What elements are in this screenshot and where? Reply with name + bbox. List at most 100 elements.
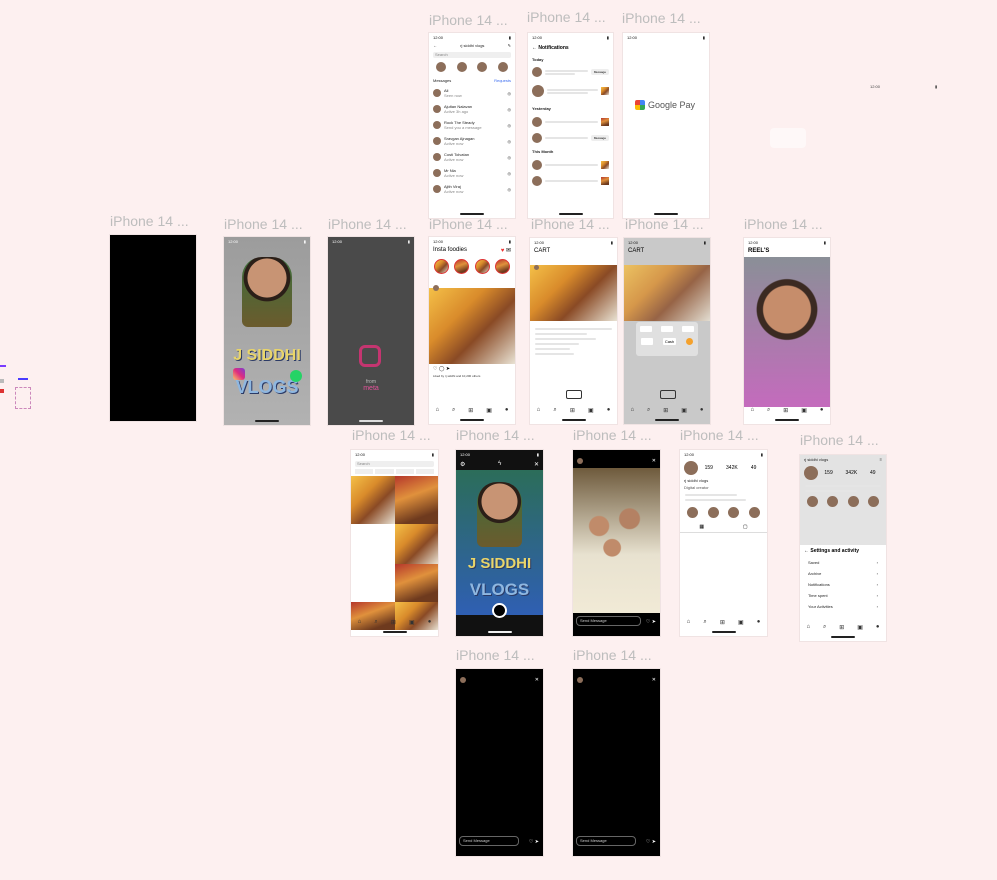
list-item[interactable]: Mr Nia Active now ◎: [429, 165, 515, 181]
message-button[interactable]: Message: [590, 135, 609, 141]
home-icon[interactable]: ⌂: [630, 407, 634, 414]
instagram-icon[interactable]: [233, 368, 245, 380]
reel-video[interactable]: [744, 257, 830, 407]
visa-option[interactable]: [660, 326, 673, 332]
profile-icon[interactable]: ●: [876, 624, 880, 631]
shutter-button[interactable]: [492, 603, 507, 618]
reels-icon[interactable]: ▣: [801, 407, 807, 414]
send-message-input[interactable]: Send Message: [576, 616, 641, 626]
grid-icon[interactable]: ▦: [699, 524, 704, 530]
reels-icon[interactable]: ▣: [857, 624, 863, 631]
add-icon[interactable]: ⊞: [783, 407, 788, 414]
product-image[interactable]: [530, 265, 617, 321]
add-icon[interactable]: ⊞: [391, 619, 396, 626]
share-icon[interactable]: ➤: [652, 619, 656, 625]
home-icon[interactable]: ⌂: [806, 624, 810, 631]
like-icon[interactable]: ♡: [646, 839, 650, 845]
reels-icon[interactable]: ▣: [409, 619, 415, 626]
share-icon[interactable]: ➤: [446, 366, 450, 372]
reels-icon[interactable]: ▣: [738, 619, 744, 626]
list-item[interactable]: Costi Tolvatan Active now ◎: [429, 149, 515, 165]
grid-tile[interactable]: [394, 564, 438, 602]
profile-icon[interactable]: ●: [428, 619, 432, 626]
comment-icon[interactable]: ◯: [439, 366, 445, 372]
home-icon[interactable]: ⌂: [358, 619, 362, 626]
home-icon[interactable]: ⌂: [750, 407, 754, 414]
settings-item-saved[interactable]: Saved ›: [800, 557, 886, 568]
reels-icon[interactable]: ▣: [486, 407, 492, 414]
story-image[interactable]: [573, 468, 660, 613]
home-icon[interactable]: ⌂: [435, 407, 439, 414]
settings-item-archive[interactable]: Archive ›: [800, 568, 886, 579]
home-icon[interactable]: ⌂: [537, 407, 541, 414]
settings-icon[interactable]: ⚙: [460, 461, 465, 468]
flash-icon[interactable]: ϟ: [498, 461, 501, 468]
settings-item-activities[interactable]: Your Activities ›: [800, 601, 886, 612]
notification-item[interactable]: Message: [528, 130, 613, 146]
search-icon[interactable]: ⌕: [767, 407, 770, 414]
search-input[interactable]: Search: [355, 461, 434, 467]
close-icon[interactable]: ✕: [652, 458, 656, 464]
send-message-input[interactable]: Send Message: [576, 836, 636, 846]
add-icon[interactable]: ⊞: [468, 407, 473, 414]
grid-tile[interactable]: [351, 524, 395, 564]
cash-option[interactable]: Cash: [662, 338, 677, 345]
compose-icon[interactable]: ✎: [508, 43, 511, 48]
notification-item[interactable]: Message: [528, 65, 613, 79]
search-icon[interactable]: ⌕: [553, 407, 556, 414]
back-arrow-icon[interactable]: ←: [433, 43, 437, 48]
settings-item-time-spent[interactable]: Time spent ›: [800, 590, 886, 601]
apple-pay-option[interactable]: [640, 326, 653, 332]
close-icon[interactable]: ✕: [535, 677, 539, 683]
mastercard-option[interactable]: [640, 338, 653, 345]
list-item[interactable]: Ajith Viraj Active now ◎: [429, 181, 515, 197]
reels-icon[interactable]: ▣: [681, 407, 687, 414]
messenger-icon[interactable]: ✉: [506, 248, 511, 254]
search-icon[interactable]: ⌕: [703, 619, 706, 626]
story-avatar[interactable]: [495, 259, 511, 274]
notification-item[interactable]: [528, 157, 613, 173]
gpay-option[interactable]: [681, 326, 694, 332]
list-item[interactable]: Ali Seen now ◎: [429, 85, 515, 101]
add-icon[interactable]: ⊞: [663, 407, 668, 414]
share-icon[interactable]: ➤: [535, 839, 539, 845]
add-icon[interactable]: ⊞: [720, 619, 725, 626]
list-item[interactable]: Ajultan Nalavan Active 3h ago ◎: [429, 101, 515, 117]
notification-item[interactable]: [528, 79, 613, 103]
search-input[interactable]: Search: [433, 52, 511, 58]
story-avatar[interactable]: [474, 259, 490, 274]
grid-tile[interactable]: [351, 476, 395, 524]
profile-icon[interactable]: ●: [757, 619, 761, 626]
grid-tile[interactable]: [394, 524, 438, 564]
profile-icon[interactable]: ●: [607, 407, 611, 414]
grid-tile[interactable]: [394, 476, 438, 524]
avatar[interactable]: [497, 62, 508, 72]
bitcoin-option[interactable]: [686, 338, 694, 345]
like-icon[interactable]: ♡: [646, 619, 650, 625]
search-icon[interactable]: ⌕: [647, 407, 650, 414]
close-icon[interactable]: ✕: [652, 677, 656, 683]
avatar[interactable]: [436, 62, 447, 72]
message-button[interactable]: Message: [590, 69, 609, 75]
like-icon[interactable]: ♡: [433, 366, 437, 372]
add-icon[interactable]: ⊞: [570, 407, 575, 414]
cart-button[interactable]: [660, 390, 676, 399]
whatsapp-icon[interactable]: [290, 370, 302, 382]
avatar[interactable]: [684, 461, 698, 475]
settings-item-notifications[interactable]: Notifications ›: [800, 579, 886, 590]
reels-icon[interactable]: ▣: [588, 407, 594, 414]
grid-tile[interactable]: [351, 564, 395, 602]
profile-icon[interactable]: ●: [505, 407, 509, 414]
home-icon[interactable]: ⌂: [687, 619, 691, 626]
search-icon[interactable]: ⌕: [374, 619, 377, 626]
close-icon[interactable]: ✕: [534, 461, 539, 468]
search-icon[interactable]: ⌕: [823, 624, 826, 631]
avatar[interactable]: [456, 62, 467, 72]
send-message-input[interactable]: Send Message: [459, 836, 519, 846]
share-icon[interactable]: ➤: [652, 839, 656, 845]
notification-item[interactable]: [528, 173, 613, 189]
list-item[interactable]: Rock The Steady Send you a message ◎: [429, 117, 515, 133]
like-icon[interactable]: ♡: [529, 839, 533, 845]
cart-button[interactable]: [566, 390, 582, 399]
story-avatar[interactable]: [454, 259, 470, 274]
